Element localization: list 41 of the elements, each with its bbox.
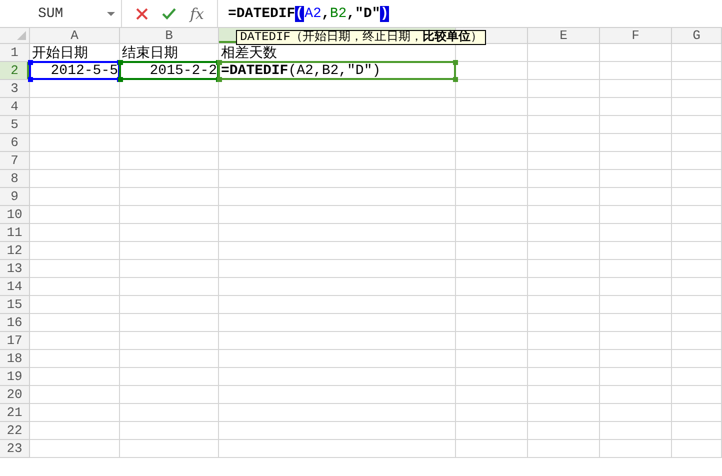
name-box[interactable]: SUM [0, 0, 122, 27]
column-header[interactable]: G [672, 28, 722, 44]
check-icon[interactable] [162, 8, 176, 20]
row-header[interactable]: 17 [0, 332, 30, 350]
row-header[interactable]: 11 [0, 224, 30, 242]
formula-input[interactable]: =DATEDIF(A2,B2,"D") [228, 6, 390, 22]
column-header[interactable]: A [30, 28, 120, 44]
table-cell[interactable]: 开始日期 [30, 44, 120, 62]
row-header[interactable]: 20 [0, 386, 30, 404]
column-header[interactable]: F [600, 28, 672, 44]
row-header[interactable]: 5 [0, 116, 30, 134]
row-header[interactable]: 23 [0, 440, 30, 458]
row-header[interactable]: 4 [0, 98, 30, 116]
column-header[interactable]: E [528, 28, 600, 44]
row-header[interactable]: 18 [0, 350, 30, 368]
row-header[interactable]: 12 [0, 242, 30, 260]
insert-function-button[interactable]: fx [190, 4, 204, 22]
row-header[interactable]: 7 [0, 152, 30, 170]
row-header[interactable]: 14 [0, 278, 30, 296]
column-header[interactable]: B [120, 28, 219, 44]
row-header[interactable]: 9 [0, 188, 30, 206]
row-header[interactable]: 13 [0, 260, 30, 278]
cancel-icon[interactable] [136, 8, 148, 20]
row-header[interactable]: 19 [0, 368, 30, 386]
table-cell[interactable]: 结束日期 [120, 44, 219, 62]
table-cell[interactable]: 2015-2-2 [120, 62, 219, 80]
row-header[interactable]: 2 [0, 62, 30, 80]
row-header[interactable]: 8 [0, 170, 30, 188]
row-header[interactable]: 10 [0, 206, 30, 224]
row-header[interactable]: 15 [0, 296, 30, 314]
row-header[interactable]: 6 [0, 134, 30, 152]
row-header[interactable]: 22 [0, 422, 30, 440]
table-cell[interactable]: =DATEDIF(A2,B2,"D") [219, 62, 456, 80]
row-header[interactable]: 3 [0, 80, 30, 98]
table-cell[interactable]: 2012-5-5 [30, 62, 120, 80]
row-header[interactable]: 1 [0, 44, 30, 62]
table-cell[interactable]: 相差天数 [219, 44, 456, 62]
dropdown-icon[interactable] [107, 12, 115, 16]
row-header[interactable]: 16 [0, 314, 30, 332]
row-header[interactable]: 21 [0, 404, 30, 422]
triangle-icon [17, 31, 26, 40]
